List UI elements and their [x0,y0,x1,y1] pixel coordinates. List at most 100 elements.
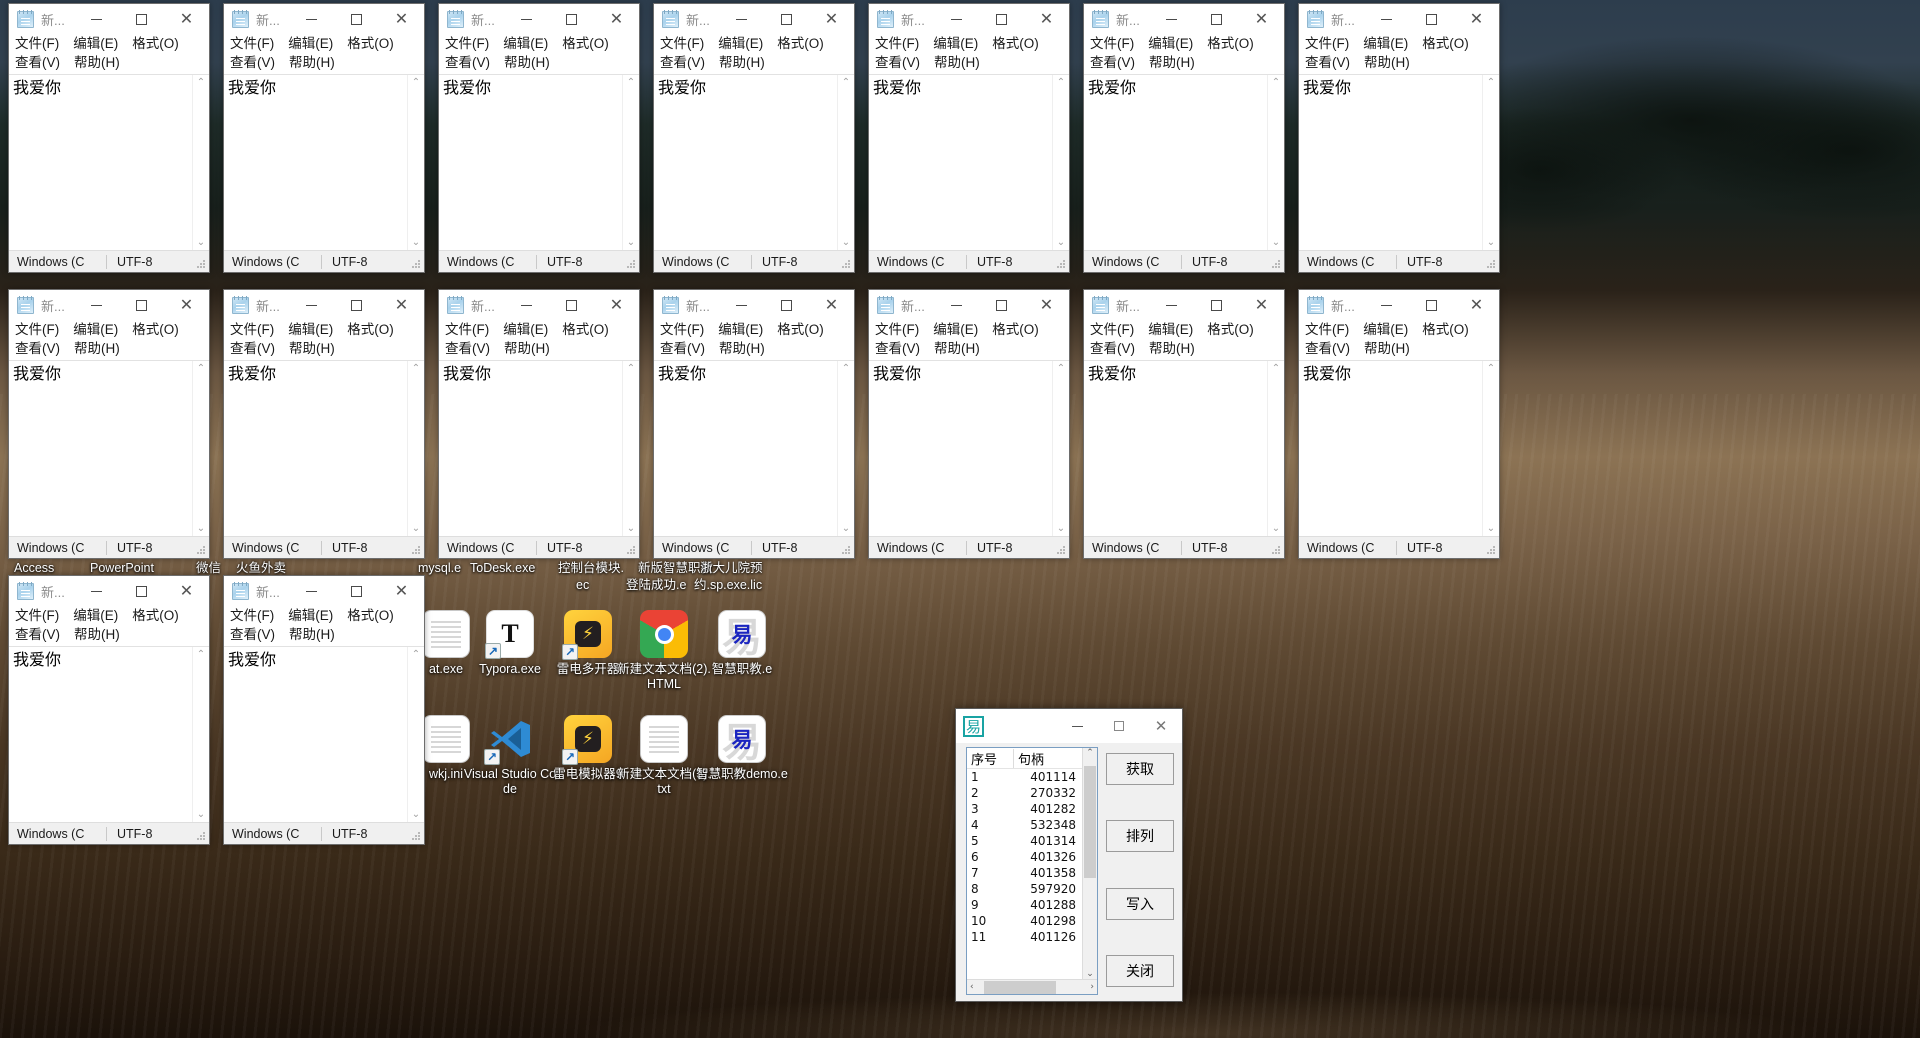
notepad-maximize-button[interactable] [334,290,379,320]
notepad-titlebar[interactable]: 新...✕ [224,4,424,34]
menu-format[interactable]: 格式(O) [562,320,609,339]
notepad-minimize-button[interactable] [1364,4,1409,34]
menu-view[interactable]: 查看(V) [15,625,60,644]
notepad-close-button[interactable]: ✕ [809,4,854,34]
notepad-window-controls[interactable]: ✕ [504,290,639,320]
notepad-minimize-button[interactable] [74,290,119,320]
notepad-body[interactable]: 我爱你⌃⌄ [439,360,639,536]
resize-grip-icon[interactable] [841,545,851,555]
scroll-up-icon[interactable]: ⌃ [197,649,205,660]
menu-file[interactable]: 文件(F) [230,34,274,53]
notepad-window[interactable]: 新...✕文件(F)编辑(E)格式(O)查看(V)帮助(H)我爱你⌃⌄Windo… [438,3,640,273]
scroll-up-icon[interactable]: ⌃ [1272,363,1280,374]
notepad-text-area[interactable]: 我爱你 [869,75,1052,250]
scroll-down-icon[interactable]: ⌄ [197,237,205,248]
menu-edit[interactable]: 编辑(E) [73,34,118,53]
notepad-close-button[interactable]: ✕ [1024,290,1069,320]
notepad-body[interactable]: 我爱你⌃⌄ [654,74,854,250]
yi-titlebar[interactable]: 易 ✕ [956,709,1182,743]
notepad-scrollbar[interactable]: ⌃⌄ [1052,361,1069,536]
notepad-body[interactable]: 我爱你⌃⌄ [1299,74,1499,250]
notepad-text-area[interactable]: 我爱你 [9,361,192,536]
menu-format[interactable]: 格式(O) [1422,320,1469,339]
notepad-menubar[interactable]: 文件(F)编辑(E)格式(O)查看(V)帮助(H) [224,320,424,360]
notepad-close-button[interactable]: ✕ [379,290,424,320]
menu-format[interactable]: 格式(O) [347,320,394,339]
menu-edit[interactable]: 编辑(E) [288,606,333,625]
notepad-body[interactable]: 我爱你⌃⌄ [224,646,424,822]
scroll-down-icon[interactable]: ⌄ [1272,523,1280,534]
notepad-minimize-button[interactable] [719,4,764,34]
notepad-body[interactable]: 我爱你⌃⌄ [224,74,424,250]
yi-table-row[interactable]: 3401282 [967,801,1082,817]
notepad-minimize-button[interactable] [289,4,334,34]
resize-grip-icon[interactable] [411,259,421,269]
notepad-titlebar[interactable]: 新...✕ [9,576,209,606]
menu-file[interactable]: 文件(F) [230,320,274,339]
notepad-scrollbar[interactable]: ⌃⌄ [407,361,424,536]
notepad-window[interactable]: 新...✕文件(F)编辑(E)格式(O)查看(V)帮助(H)我爱你⌃⌄Windo… [653,3,855,273]
menu-help[interactable]: 帮助(H) [289,625,335,644]
notepad-menubar[interactable]: 文件(F)编辑(E)格式(O)查看(V)帮助(H) [869,320,1069,360]
notepad-titlebar[interactable]: 新...✕ [869,4,1069,34]
menu-format[interactable]: 格式(O) [777,34,824,53]
yi-fetch-button[interactable]: 获取 [1106,753,1174,785]
menu-file[interactable]: 文件(F) [1305,34,1349,53]
notepad-menubar[interactable]: 文件(F)编辑(E)格式(O)查看(V)帮助(H) [224,34,424,74]
resize-grip-icon[interactable] [411,831,421,841]
menu-edit[interactable]: 编辑(E) [1363,320,1408,339]
notepad-body[interactable]: 我爱你⌃⌄ [869,74,1069,250]
menu-file[interactable]: 文件(F) [875,320,919,339]
notepad-maximize-button[interactable] [1409,4,1454,34]
yi-table-row[interactable]: 7401358 [967,865,1082,881]
yi-handle-manager-window[interactable]: 易 ✕ 序号 句柄 140111422703323401282453234854… [955,708,1183,1002]
resize-grip-icon[interactable] [841,259,851,269]
menu-view[interactable]: 查看(V) [1090,339,1135,358]
menu-view[interactable]: 查看(V) [445,53,490,72]
yi-hscroll-thumb[interactable] [984,981,1056,994]
notepad-body[interactable]: 我爱你⌃⌄ [1084,360,1284,536]
notepad-menubar[interactable]: 文件(F)编辑(E)格式(O)查看(V)帮助(H) [224,606,424,646]
scroll-down-icon[interactable]: ⌄ [412,237,420,248]
notepad-maximize-button[interactable] [119,576,164,606]
notepad-text-area[interactable]: 我爱你 [1299,361,1482,536]
notepad-scrollbar[interactable]: ⌃⌄ [192,361,209,536]
scroll-up-icon[interactable]: ⌃ [412,649,420,660]
menu-help[interactable]: 帮助(H) [74,339,120,358]
notepad-text-area[interactable]: 我爱你 [439,75,622,250]
yi-scroll-up-icon[interactable]: ⌃ [1086,748,1094,758]
notepad-minimize-button[interactable] [289,576,334,606]
menu-file[interactable]: 文件(F) [15,606,59,625]
menu-file[interactable]: 文件(F) [15,320,59,339]
scroll-up-icon[interactable]: ⌃ [627,363,635,374]
notepad-window-controls[interactable]: ✕ [74,4,209,34]
notepad-maximize-button[interactable] [119,4,164,34]
notepad-maximize-button[interactable] [334,4,379,34]
notepad-window[interactable]: 新...✕文件(F)编辑(E)格式(O)查看(V)帮助(H)我爱你⌃⌄Windo… [1083,289,1285,559]
menu-file[interactable]: 文件(F) [230,606,274,625]
menu-format[interactable]: 格式(O) [132,320,179,339]
notepad-window-controls[interactable]: ✕ [1364,4,1499,34]
notepad-text-area[interactable]: 我爱你 [869,361,1052,536]
scroll-up-icon[interactable]: ⌃ [1487,363,1495,374]
notepad-menubar[interactable]: 文件(F)编辑(E)格式(O)查看(V)帮助(H) [869,34,1069,74]
menu-file[interactable]: 文件(F) [445,34,489,53]
notepad-close-button[interactable]: ✕ [1454,290,1499,320]
notepad-titlebar[interactable]: 新...✕ [1084,4,1284,34]
notepad-window-controls[interactable]: ✕ [1364,290,1499,320]
yi-table-row[interactable]: 5401314 [967,833,1082,849]
scroll-down-icon[interactable]: ⌄ [1272,237,1280,248]
notepad-window-controls[interactable]: ✕ [289,290,424,320]
notepad-scrollbar[interactable]: ⌃⌄ [622,361,639,536]
menu-edit[interactable]: 编辑(E) [73,606,118,625]
menu-format[interactable]: 格式(O) [132,606,179,625]
scroll-up-icon[interactable]: ⌃ [412,363,420,374]
notepad-maximize-button[interactable] [1194,290,1239,320]
menu-help[interactable]: 帮助(H) [504,53,550,72]
notepad-text-area[interactable]: 我爱你 [1084,75,1267,250]
notepad-menubar[interactable]: 文件(F)编辑(E)格式(O)查看(V)帮助(H) [9,320,209,360]
notepad-body[interactable]: 我爱你⌃⌄ [9,646,209,822]
notepad-menubar[interactable]: 文件(F)编辑(E)格式(O)查看(V)帮助(H) [439,34,639,74]
yi-close-button[interactable]: 关闭 [1106,955,1174,987]
notepad-maximize-button[interactable] [764,290,809,320]
